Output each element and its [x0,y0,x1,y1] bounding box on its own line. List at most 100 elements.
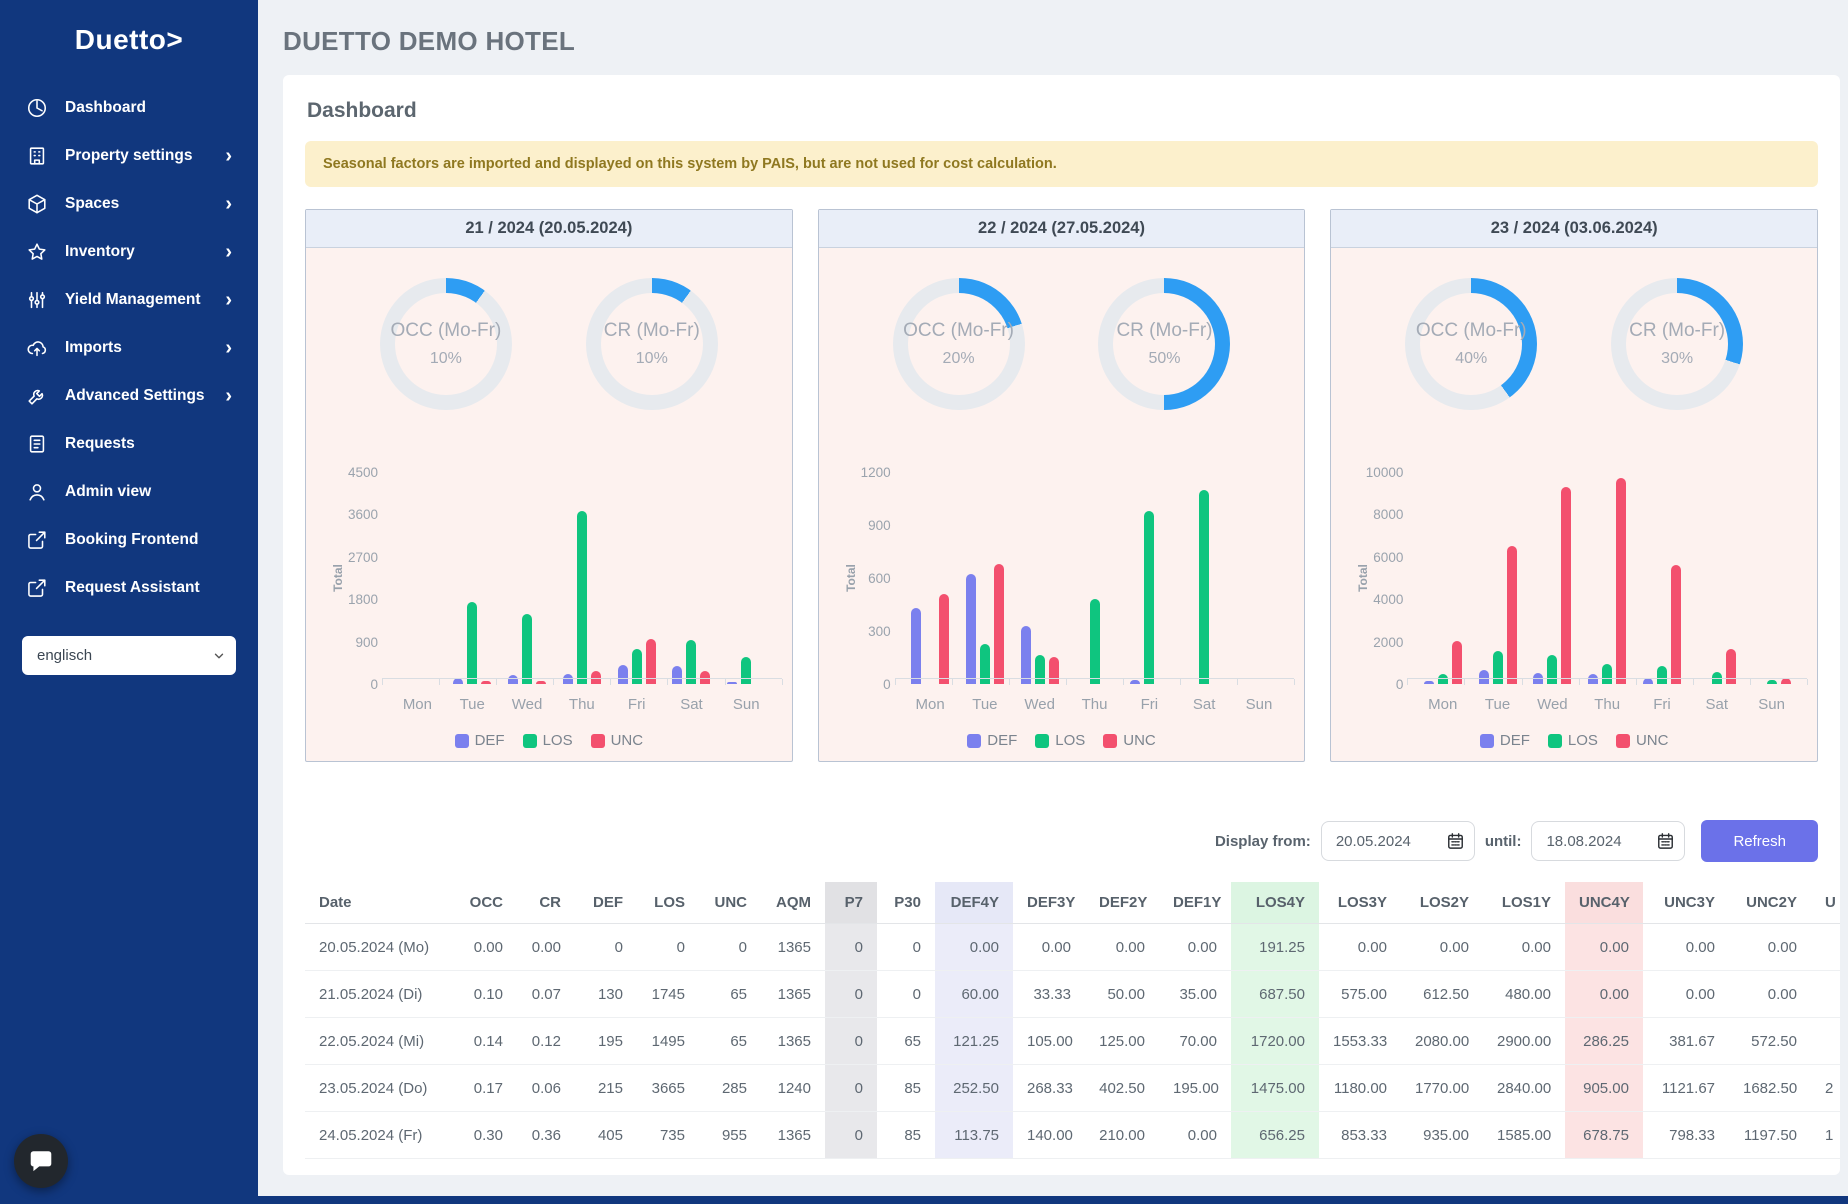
sidebar-item-dashboard[interactable]: Dashboard [0,84,258,132]
legend-label: LOS [1568,732,1598,749]
donut-gauge: OCC (Mo-Fr)20% [893,278,1025,410]
value-cell: 853.33 [1319,1112,1401,1159]
y-tick-label: 8000 [1373,507,1403,522]
sidebar-item-property-settings[interactable]: Property settings› [0,132,258,180]
value-cell [1811,1018,1840,1065]
x-tick-label: Tue [445,696,500,713]
week-panel: 21 / 2024 (20.05.2024)OCC (Mo-Fr)10%CR (… [305,209,793,762]
value-cell: 191.25 [1231,924,1319,971]
date-filter-row: Display from: until: Refresh [305,820,1818,862]
y-tick-label: 4000 [1373,592,1403,607]
legend-item: DEF [455,732,505,749]
language-select-wrap: englisch [22,636,236,675]
date-cell: 21.05.2024 (Di) [305,971,445,1018]
sidebar-item-imports[interactable]: Imports› [0,324,258,372]
value-cell: 85 [877,1065,935,1112]
sidebar-item-admin-view[interactable]: Admin view [0,468,258,516]
value-cell: 195.00 [1159,1065,1231,1112]
donut-label: OCC (Mo-Fr) [1416,320,1527,342]
legend-swatch-los [1548,734,1562,748]
column-header-p7: P7 [825,882,877,924]
y-tick-label: 10000 [1366,465,1404,480]
bar-los [1199,490,1209,684]
value-cell: 0.36 [517,1112,575,1159]
sidebar-item-spaces[interactable]: Spaces › [0,180,258,228]
chat-bubble-icon [28,1148,54,1174]
value-cell: 35.00 [1159,971,1231,1018]
donut-gauge: CR (Mo-Fr)50% [1098,278,1230,410]
bar-group [609,472,664,684]
value-cell: 0 [825,924,877,971]
star-icon [26,241,48,263]
chat-widget-button[interactable] [14,1134,68,1188]
chevron-right-icon: › [225,341,232,355]
donut-gauge: OCC (Mo-Fr)10% [380,278,512,410]
y-tick-label: 2700 [348,550,378,565]
building-icon [26,145,48,167]
sidebar-item-requests[interactable]: Requests [0,420,258,468]
y-tick-label: 3600 [348,507,378,522]
value-cell [1811,924,1840,971]
bar-group [957,472,1012,684]
value-cell: 0 [877,971,935,1018]
value-cell: 0.00 [1401,924,1483,971]
table-row: 24.05.2024 (Fr)0.300.3640573595513650851… [305,1112,1840,1159]
value-cell: 130 [575,971,637,1018]
value-cell: 85 [877,1112,935,1159]
x-tick-label: Sat [664,696,719,713]
value-cell: 905.00 [1565,1065,1643,1112]
value-cell: 0.00 [1319,924,1401,971]
sidebar-item-request-assistant[interactable]: Request Assistant [0,564,258,612]
chevron-right-icon: › [225,197,232,211]
sidebar-item-label: Dashboard [65,99,146,117]
sidebar-item-label: Yield Management [65,291,201,309]
legend-swatch-def [1480,734,1494,748]
sidebar-item-advanced-settings[interactable]: Advanced Settings› [0,372,258,420]
sidebar-item-label: Admin view [65,483,151,501]
until-label: until: [1485,833,1522,850]
sidebar-item-booking-frontend[interactable]: Booking Frontend [0,516,258,564]
legend-item: UNC [1616,732,1669,749]
legend-label: DEF [1500,732,1530,749]
y-axis-title: Total [844,564,858,592]
value-cell: 105.00 [1013,1018,1085,1065]
y-axis-title: Total [1356,564,1370,592]
language-select[interactable]: englisch [22,636,236,675]
bar-group [1415,472,1470,684]
legend-item: DEF [1480,732,1530,749]
value-cell: 1365 [761,1018,825,1065]
value-cell: 0.00 [1159,1112,1231,1159]
column-header-aqm: AQM [761,882,825,924]
value-cell: 687.50 [1231,971,1319,1018]
calendar-icon[interactable] [1446,832,1465,851]
sidebar-item-label: Property settings [65,147,192,165]
calendar-icon[interactable] [1656,832,1675,851]
value-cell: 402.50 [1085,1065,1159,1112]
x-tick-label: Fri [1122,696,1177,713]
value-cell: 3665 [637,1065,699,1112]
bar-group [1580,472,1635,684]
sidebar-item-inventory[interactable]: Inventory› [0,228,258,276]
column-header-def2y: DEF2Y [1085,882,1159,924]
main-content: DUETTO DEMO HOTEL Dashboard Seasonal fac… [258,0,1848,1204]
value-cell: 1240 [761,1065,825,1112]
value-cell: 1475.00 [1231,1065,1319,1112]
x-tick-label: Sat [1689,696,1744,713]
value-cell: 0 [825,1112,877,1159]
value-cell: 65 [699,1018,761,1065]
y-axis-title: Total [331,564,345,592]
sidebar-item-yield-management[interactable]: Yield Management› [0,276,258,324]
column-header-p30: P30 [877,882,935,924]
dashboard-icon [26,97,48,119]
column-header-def: DEF [575,882,637,924]
sidebar-item-label: Booking Frontend [65,531,198,549]
x-axis [382,678,782,685]
value-cell: 2900.00 [1483,1018,1565,1065]
refresh-button[interactable]: Refresh [1701,820,1818,862]
value-cell: 0.00 [1643,971,1729,1018]
sidebar-item-label: Spaces [65,195,119,213]
value-cell: 1365 [761,971,825,1018]
value-cell: 1365 [761,1112,825,1159]
value-cell: 1 [1811,1112,1840,1159]
footer-bar [0,1196,1848,1204]
